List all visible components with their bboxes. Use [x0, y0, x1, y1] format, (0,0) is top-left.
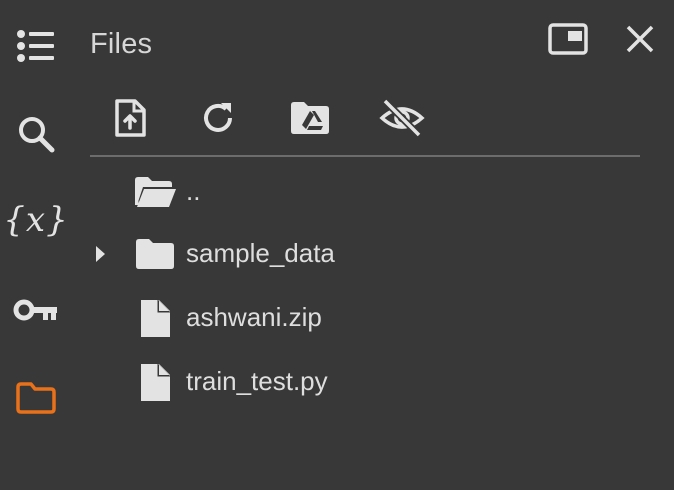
eye-off-icon	[379, 98, 425, 138]
panel-title: Files	[90, 28, 153, 60]
tree-item-label: ashwani.zip	[186, 302, 322, 332]
tree-item-train-test-py[interactable]: train_test.py	[90, 354, 650, 410]
list-icon	[17, 30, 54, 62]
side-rail: {x}	[0, 0, 72, 490]
upload-file-icon	[115, 99, 146, 137]
tree-item-label: sample_data	[186, 238, 335, 268]
folder-icon	[132, 234, 178, 274]
refresh-button[interactable]	[192, 92, 244, 144]
variables-icon: {x}	[3, 200, 69, 240]
tree-item-ashwani-zip[interactable]: ashwani.zip	[90, 290, 650, 346]
search-icon	[19, 117, 55, 153]
expand-caret-icon[interactable]	[90, 240, 110, 268]
move-to-tab-button[interactable]	[545, 16, 591, 62]
folder-open-icon	[132, 172, 178, 212]
mount-drive-button[interactable]	[284, 92, 336, 144]
tree-item-label: train_test.py	[186, 366, 328, 396]
window-icon	[548, 23, 588, 55]
drive-folder-icon	[291, 102, 329, 134]
files-panel: {x} Files .. sample_data ashwani.zip tra…	[0, 0, 674, 490]
file-icon	[132, 362, 178, 402]
tree-item-parent[interactable]: ..	[90, 164, 650, 220]
tree-item-sample-data[interactable]: sample_data	[90, 226, 650, 282]
tree-item-label: ..	[186, 176, 201, 206]
search-button[interactable]	[6, 104, 66, 164]
key-icon	[13, 299, 57, 321]
toggle-hidden-button[interactable]	[376, 92, 428, 144]
toolbar-divider	[90, 155, 640, 157]
file-icon	[132, 298, 178, 338]
close-button[interactable]	[617, 16, 663, 62]
refresh-icon	[204, 103, 232, 132]
secrets-button[interactable]	[6, 280, 66, 340]
close-icon	[626, 25, 654, 53]
files-button[interactable]	[6, 368, 66, 428]
variables-button[interactable]: {x}	[3, 190, 69, 250]
folder-icon	[16, 382, 56, 414]
upload-button[interactable]	[104, 92, 156, 144]
table-of-contents-button[interactable]	[6, 16, 66, 76]
